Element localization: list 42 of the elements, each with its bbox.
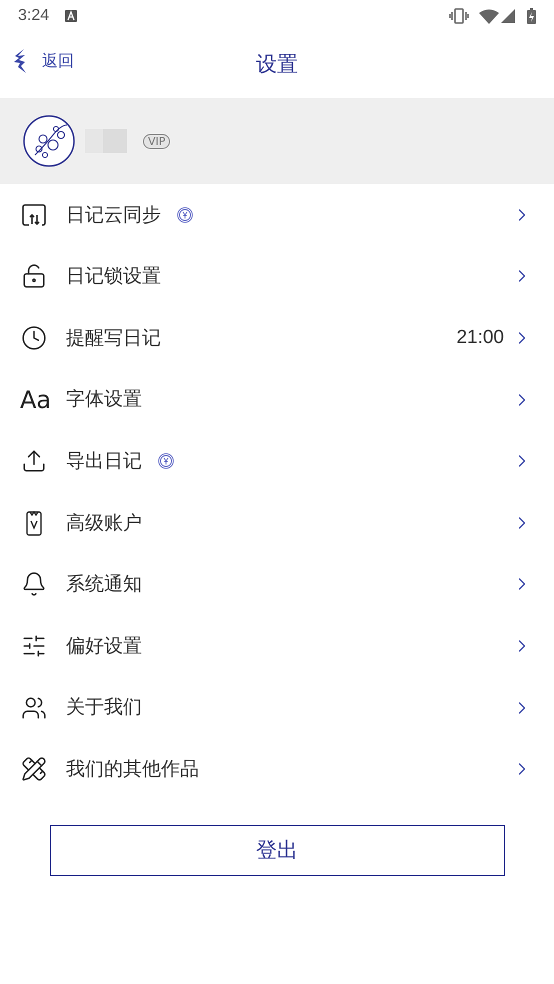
settings-row[interactable]: 日记云同步	[0, 184, 554, 246]
upload-icon	[21, 448, 47, 474]
settings-row[interactable]: 日记锁设置	[0, 246, 554, 308]
page-title: 设置	[256, 51, 298, 78]
row-label: 字体设置	[66, 387, 142, 412]
notification-icon	[65, 10, 78, 22]
settings-row[interactable]: 偏好设置	[0, 615, 554, 677]
row-label: 偏好设置	[66, 634, 142, 659]
row-label: 系统通知	[66, 572, 142, 598]
clock-icon	[21, 324, 47, 351]
row-label: 日记锁设置	[66, 264, 161, 290]
wifi-icon	[479, 8, 499, 24]
vip-badge: VIP	[143, 134, 170, 148]
pencil-ruler-icon	[21, 756, 47, 782]
signal-icon	[501, 9, 515, 23]
row-label: 高级账户	[66, 510, 142, 536]
settings-row[interactable]: 系统通知	[0, 554, 554, 616]
bell-icon	[21, 571, 47, 598]
open-lock-icon	[21, 263, 47, 290]
sync-icon	[21, 202, 47, 228]
settings-row[interactable]: 高级账户	[0, 492, 554, 554]
back-button[interactable]: 返回	[14, 48, 74, 74]
vibrate-icon	[449, 8, 469, 24]
settings-row[interactable]: 我们的其他作品	[0, 738, 554, 800]
settings-row[interactable]: 关于我们	[0, 676, 554, 738]
row-label: 日记云同步	[66, 202, 161, 228]
row-label: 导出日记	[66, 448, 142, 474]
battery-icon	[527, 8, 536, 24]
logout-button[interactable]: 登出	[50, 824, 504, 876]
settings-row[interactable]: Aa 字体设置	[0, 368, 554, 430]
users-icon	[21, 694, 47, 721]
row-value: 21:00	[456, 326, 504, 350]
row-label: 我们的其他作品	[66, 756, 199, 782]
avatar	[23, 115, 75, 167]
settings-row[interactable]: 提醒写日记 21:00	[0, 307, 554, 369]
profile-card[interactable]: VIP	[0, 98, 554, 184]
font-icon: Aa	[20, 388, 48, 412]
row-label: 关于我们	[66, 695, 142, 720]
row-label: 提醒写日记	[66, 326, 161, 351]
settings-row[interactable]: 导出日记	[0, 430, 554, 492]
status-time: 3:24	[18, 6, 50, 26]
sliders-icon	[21, 632, 47, 659]
